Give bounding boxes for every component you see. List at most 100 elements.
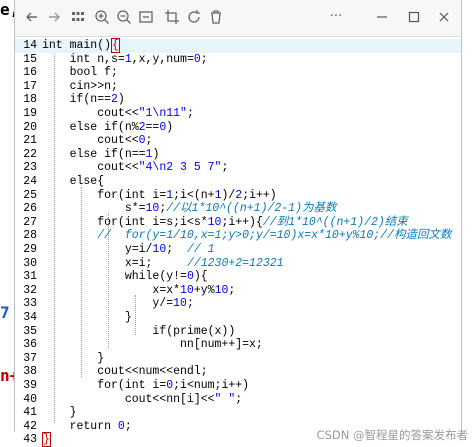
code-text: cout<<nn[i]<<" "; <box>42 392 243 406</box>
line-number: 37 <box>23 351 37 365</box>
line-number: 40 <box>23 392 37 406</box>
code-text: y/=10; <box>42 297 194 311</box>
code-line[interactable]: 23 cout<<"4\n2 3 5 7"; <box>15 161 461 175</box>
code-text: cin>>n; <box>42 79 118 93</box>
code-text: bool f; <box>42 66 118 80</box>
code-line[interactable]: 21 cout<<0; <box>15 134 461 148</box>
fit-window-icon[interactable] <box>137 8 155 26</box>
code-line[interactable]: 37 } <box>15 352 461 366</box>
line-number: 24 <box>23 175 37 188</box>
code-line[interactable]: 27 for(int i=s;i<s*10;i++){//到1*10^((n+1… <box>15 216 461 230</box>
code-line[interactable]: 33 y/=10; <box>15 297 461 311</box>
code-line[interactable]: 19 cout<<"1\n11"; <box>15 107 461 121</box>
code-text: for(int i=s;i<s*10;i++){//到1*10^((n+1)/2… <box>42 215 408 229</box>
code-line[interactable]: 24 else{ <box>15 175 461 189</box>
code-text: y=i/10; // 1 <box>42 243 215 256</box>
maximize-icon[interactable] <box>405 8 423 26</box>
code-line[interactable]: 17 cin>>n; <box>15 80 461 94</box>
code-text: cout<<num<<endl; <box>42 365 208 379</box>
code-text: nn[num++]=x; <box>42 338 263 352</box>
code-line[interactable]: 16 bool f; <box>15 66 461 80</box>
code-text: s*=10;//以1*10^((n+1)/2-1)为基数 <box>42 202 337 216</box>
rotate-icon[interactable] <box>185 8 203 26</box>
grid-icon[interactable] <box>69 8 87 26</box>
code-text: cout<<0; <box>42 134 153 148</box>
code-editor[interactable]: 14 int main(){15 int n,s=1,x,y,num=0; 16 b… <box>15 37 461 447</box>
more-icon[interactable]: ··· <box>327 8 345 26</box>
code-line[interactable]: 34 } <box>15 311 461 325</box>
edge-fragment-bottom: n+ <box>0 368 14 384</box>
line-number: 27 <box>23 215 37 229</box>
forward-arrow-icon[interactable] <box>45 8 63 26</box>
code-line[interactable]: 18 if(n==2) <box>15 93 461 107</box>
crop-icon[interactable] <box>163 8 181 26</box>
code-line[interactable]: 25 for(int i=1;i<(n+1)/2;i++) <box>15 189 461 203</box>
line-number: 26 <box>23 202 37 216</box>
zoom-out-icon[interactable] <box>115 8 133 26</box>
code-line[interactable]: 36 nn[num++]=x; <box>15 338 461 352</box>
code-line[interactable]: 26 s*=10;//以1*10^((n+1)/2-1)为基数 <box>15 202 461 216</box>
line-number: 38 <box>23 365 37 379</box>
line-number: 21 <box>23 134 37 148</box>
code-text: else{ <box>42 175 105 188</box>
minimize-icon[interactable] <box>373 8 391 26</box>
line-number: 20 <box>23 120 37 134</box>
code-text: x=i; //1230+2=12321 <box>42 256 284 270</box>
line-number: 23 <box>23 161 37 175</box>
code-line[interactable]: 22 else if(n==1) <box>15 148 461 162</box>
code-text: // for(y=1/10,x=1;y>0;y/=10)x=x*10+y%10;… <box>97 229 452 243</box>
watermark: CSDN @智程星的答案发布者 <box>316 428 468 442</box>
code-line[interactable]: 15 int n,s=1,x,y,num=0; <box>15 53 461 67</box>
line-number: 25 <box>23 188 37 202</box>
line-number: 22 <box>23 147 37 161</box>
toolbar: ··· <box>15 0 461 37</box>
line-number: 14 <box>23 39 37 52</box>
line-number: 29 <box>23 243 37 256</box>
line-number: 35 <box>23 324 37 338</box>
line-number: 39 <box>23 379 37 392</box>
code-text: while(y!=0){ <box>42 270 208 284</box>
code-line[interactable]: 35 if(prime(x)) <box>15 325 461 339</box>
code-line[interactable]: 29 y=i/10; // 1 <box>15 243 461 257</box>
line-number: 41 <box>23 406 37 420</box>
code-text: x=x*10+y%10; <box>42 283 236 297</box>
back-arrow-icon[interactable] <box>23 8 41 26</box>
code-text: if(prime(x)) <box>42 324 236 338</box>
code-line[interactable]: 32 x=x*10+y%10; <box>15 284 461 298</box>
line-number: 30 <box>23 256 37 270</box>
line-number: 42 <box>23 419 37 433</box>
code-line[interactable]: 14 int main(){ <box>15 38 461 53</box>
code-text: else if(n==1) <box>42 147 160 161</box>
line-number: 34 <box>23 311 37 324</box>
code-line[interactable]: 20 else if(n%2==0) <box>15 121 461 135</box>
image-viewer-window: ··· 14 int main(){15 int n,s=1,x,y,num=0;… <box>14 0 462 447</box>
zoom-in-icon[interactable] <box>93 8 111 26</box>
code-text: } <box>42 311 132 324</box>
code-line[interactable]: 41 } <box>15 406 461 420</box>
close-icon[interactable] <box>435 8 453 26</box>
line-number: 15 <box>23 52 37 66</box>
code-line[interactable]: 30 x=i; //1230+2=12321 <box>15 257 461 271</box>
line-number: 32 <box>23 283 37 297</box>
code-line[interactable]: 38 cout<<num<<endl; <box>15 365 461 379</box>
code-line[interactable]: 40 cout<<nn[i]<<" "; <box>15 393 461 407</box>
delete-icon[interactable] <box>207 8 225 26</box>
code-text: } <box>42 351 105 365</box>
line-number: 31 <box>23 270 37 284</box>
code-line[interactable]: 39 for(int i=0;i<num;i++) <box>15 379 461 393</box>
line-number: 18 <box>23 93 37 107</box>
code-text: cout<<"1\n11"; <box>42 107 194 120</box>
line-number: 36 <box>23 338 37 352</box>
code-text: else if(n%2==0) <box>42 120 174 134</box>
line-number: 28 <box>23 229 37 243</box>
line-number: 33 <box>23 297 37 311</box>
code-text: for(int i=1;i<(n+1)/2;i++) <box>42 188 277 202</box>
edge-fragment-middle: 7 <box>0 305 10 321</box>
code-text: return 0; <box>42 419 132 433</box>
code-text: if(n==2) <box>42 93 125 107</box>
line-number: 19 <box>23 107 37 120</box>
code-line[interactable]: 28 // for(y=1/10,x=1;y>0;y/=10)x=x*10+y%… <box>15 229 461 243</box>
code-line[interactable]: 31 while(y!=0){ <box>15 270 461 284</box>
matched-brace: { <box>111 38 120 53</box>
code-text: int n,s=1,x,y,num=0; <box>42 52 208 66</box>
